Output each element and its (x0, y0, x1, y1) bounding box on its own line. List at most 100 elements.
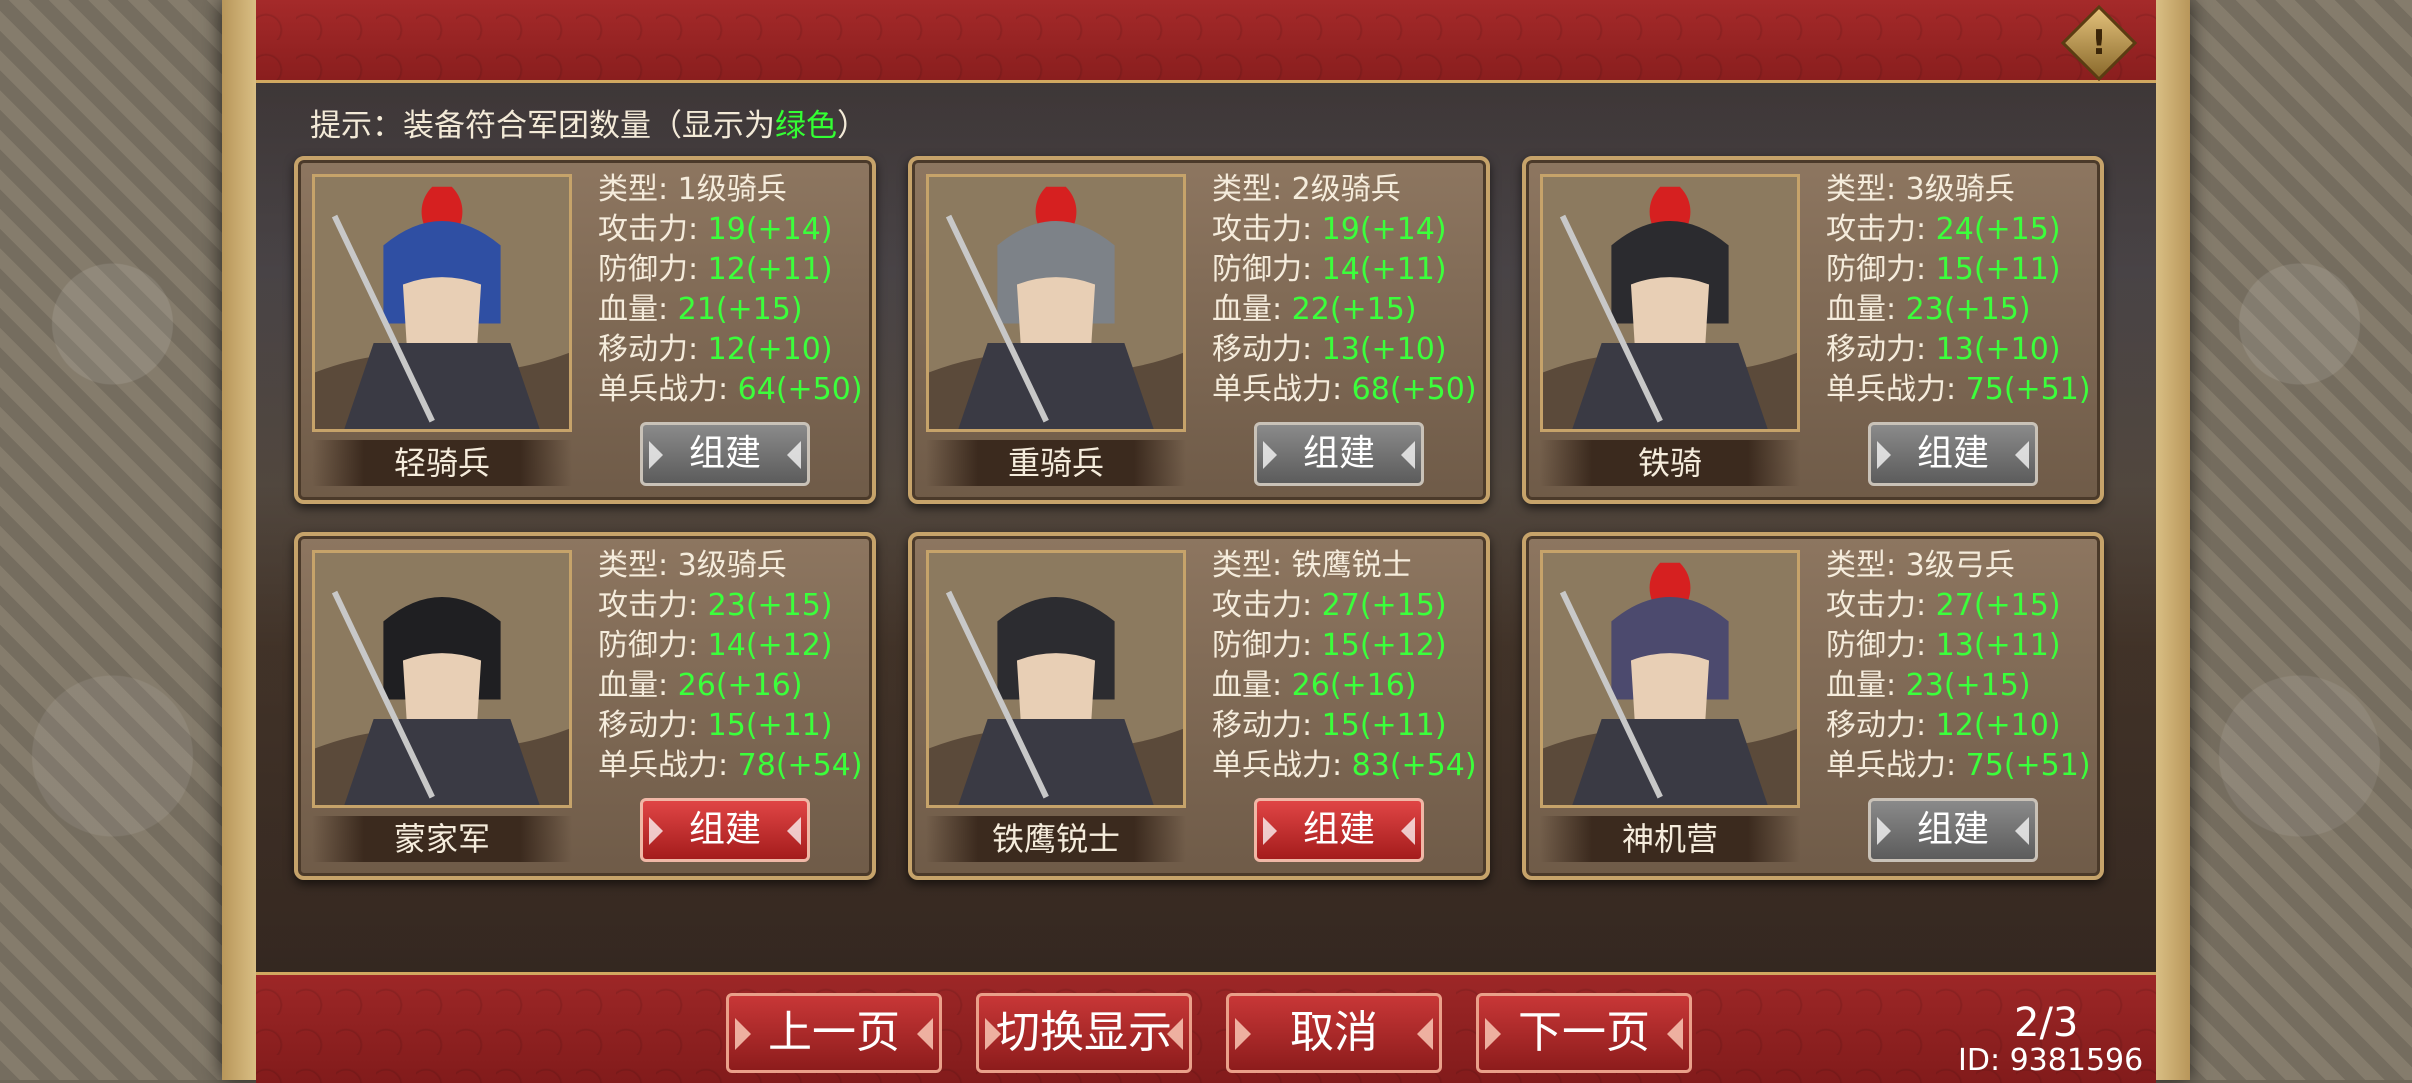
unit-card: 轻骑兵 类型: 1级骑兵 攻击力: 19(+14) 防御力: 12(+11) 血量: 2… (294, 156, 876, 504)
stat-label: 血量: (1826, 668, 1897, 703)
stat-value-defense: 12(+11) (707, 252, 833, 287)
stat-label: 血量: (1212, 292, 1283, 327)
next-page-button[interactable]: 下一页 (1476, 993, 1692, 1073)
prev-page-button[interactable]: 上一页 (726, 993, 942, 1073)
soldier-portrait-icon (929, 177, 1183, 429)
stat-value-hp: 23(+15) (1905, 668, 2031, 703)
stat-attack: 攻击力: 19(+14) (1212, 210, 1492, 250)
stat-value-power: 75(+51) (1965, 372, 2091, 407)
stat-label: 防御力: (1212, 628, 1313, 663)
stat-hp: 血量: 26(+16) (1212, 666, 1492, 706)
stat-value-power: 83(+54) (1351, 748, 1477, 783)
stat-label: 防御力: (598, 628, 699, 663)
cancel-button[interactable]: 取消 (1226, 993, 1442, 1073)
stat-value-type: 3级弓兵 (1905, 548, 2015, 583)
stat-defense: 防御力: 14(+11) (1212, 250, 1492, 290)
soldier-portrait-icon (315, 553, 569, 805)
stat-hp: 血量: 26(+16) (598, 666, 878, 706)
armor (1572, 343, 1768, 429)
unit-stats: 类型: 铁鹰锐士 攻击力: 27(+15) 防御力: 15(+12) 血量: 26(+… (1212, 546, 1492, 786)
stat-value-type: 2级骑兵 (1291, 172, 1401, 207)
stat-move: 移动力: 12(+10) (598, 330, 878, 370)
stat-hp: 血量: 23(+15) (1826, 290, 2106, 330)
unit-stats: 类型: 2级骑兵 攻击力: 19(+14) 防御力: 14(+11) 血量: 22(+… (1212, 170, 1492, 410)
stat-label: 移动力: (1212, 708, 1313, 743)
stat-value-type: 3级骑兵 (677, 548, 787, 583)
stat-value-attack: 27(+15) (1321, 588, 1447, 623)
armor (958, 343, 1154, 429)
armor (344, 343, 540, 429)
stat-value-hp: 26(+16) (1291, 668, 1417, 703)
stat-defense: 防御力: 14(+12) (598, 626, 878, 666)
stat-value-type: 铁鹰锐士 (1291, 548, 1412, 583)
stat-power: 单兵战力: 75(+51) (1826, 370, 2106, 410)
stat-label: 移动力: (1212, 332, 1313, 367)
unit-name: 轻骑兵 (312, 440, 572, 486)
toggle-display-button[interactable]: 切换显示 (976, 993, 1192, 1073)
stat-move: 移动力: 15(+11) (1212, 706, 1492, 746)
hint-suffix: ） (837, 108, 868, 144)
unit-name: 铁鹰锐士 (926, 816, 1186, 862)
stat-label: 防御力: (1826, 252, 1927, 287)
stat-value-defense: 13(+11) (1935, 628, 2061, 663)
unit-portrait (1540, 174, 1800, 432)
stat-power: 单兵战力: 68(+50) (1212, 370, 1492, 410)
stat-label: 类型: (598, 548, 669, 583)
stat-value-attack: 27(+15) (1935, 588, 2061, 623)
stat-defense: 防御力: 15(+12) (1212, 626, 1492, 666)
stat-label: 防御力: (598, 252, 699, 287)
right-dragon-panel (2187, 0, 2412, 1080)
stat-attack: 攻击力: 24(+15) (1826, 210, 2106, 250)
stat-type: 类型: 1级骑兵 (598, 170, 878, 210)
form-legion-button[interactable]: 组建 (640, 798, 810, 862)
stat-label: 单兵战力: (1826, 372, 1957, 407)
stat-type: 类型: 铁鹰锐士 (1212, 546, 1492, 586)
stat-label: 单兵战力: (598, 372, 729, 407)
unit-stats: 类型: 3级骑兵 攻击力: 24(+15) 防御力: 15(+11) 血量: 23(+… (1826, 170, 2106, 410)
form-legion-button[interactable]: 组建 (1868, 422, 2038, 486)
stat-label: 类型: (1212, 172, 1283, 207)
stat-value-defense: 14(+11) (1321, 252, 1447, 287)
unit-card: 蒙家军 类型: 3级骑兵 攻击力: 23(+15) 防御力: 14(+12) 血量: 2… (294, 532, 876, 880)
form-legion-button[interactable]: 组建 (1254, 798, 1424, 862)
soldier-portrait-icon (1543, 553, 1797, 805)
unit-stats: 类型: 1级骑兵 攻击力: 19(+14) 防御力: 12(+11) 血量: 21(+… (598, 170, 878, 410)
stat-label: 血量: (598, 668, 669, 703)
soldier-portrait-icon (315, 177, 569, 429)
form-legion-button[interactable]: 组建 (1868, 798, 2038, 862)
stat-label: 防御力: (1826, 628, 1927, 663)
stat-label: 类型: (1826, 172, 1897, 207)
stat-value-move: 13(+10) (1935, 332, 2061, 367)
stat-label: 移动力: (598, 332, 699, 367)
unit-stats: 类型: 3级弓兵 攻击力: 27(+15) 防御力: 13(+11) 血量: 23(+… (1826, 546, 2106, 786)
form-legion-button[interactable]: 组建 (1254, 422, 1424, 486)
armor (1572, 719, 1768, 805)
stat-label: 攻击力: (1826, 588, 1927, 623)
page-indicator: 2/3 (2014, 1000, 2079, 1046)
stat-hp: 血量: 22(+15) (1212, 290, 1492, 330)
stat-value-defense: 15(+12) (1321, 628, 1447, 663)
stat-label: 血量: (598, 292, 669, 327)
stat-move: 移动力: 13(+10) (1826, 330, 2106, 370)
dialog-header-bar (256, 0, 2156, 83)
stat-label: 类型: (598, 172, 669, 207)
hint-text: 提示：装备符合军团数量（显示为绿色） (310, 100, 868, 145)
unit-name: 铁骑 (1540, 440, 1800, 486)
stat-value-hp: 26(+16) (677, 668, 803, 703)
unit-stats: 类型: 3级骑兵 攻击力: 23(+15) 防御力: 14(+12) 血量: 26(+… (598, 546, 878, 786)
stat-label: 攻击力: (598, 212, 699, 247)
stat-defense: 防御力: 15(+11) (1826, 250, 2106, 290)
stat-label: 单兵战力: (1212, 372, 1343, 407)
stat-defense: 防御力: 13(+11) (1826, 626, 2106, 666)
stat-power: 单兵战力: 83(+54) (1212, 746, 1492, 786)
stat-hp: 血量: 23(+15) (1826, 666, 2106, 706)
stat-value-defense: 14(+12) (707, 628, 833, 663)
stat-label: 攻击力: (1212, 212, 1313, 247)
stat-value-move: 12(+10) (707, 332, 833, 367)
stat-value-type: 1级骑兵 (677, 172, 787, 207)
soldier-portrait-icon (1543, 177, 1797, 429)
stat-value-hp: 23(+15) (1905, 292, 2031, 327)
stat-label: 单兵战力: (1212, 748, 1343, 783)
form-legion-button[interactable]: 组建 (640, 422, 810, 486)
armor (958, 719, 1154, 805)
